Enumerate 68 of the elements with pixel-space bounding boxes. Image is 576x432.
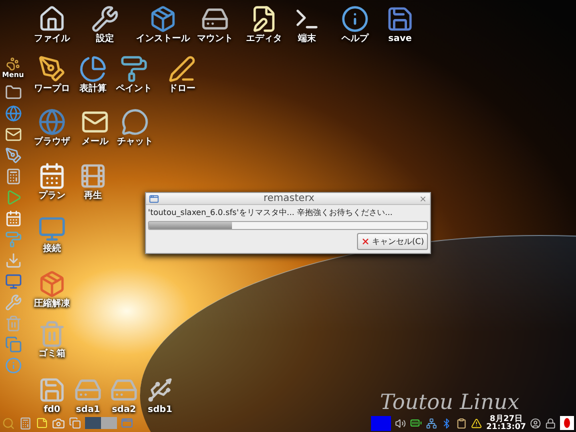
icon-label: fd0 [44,405,60,416]
icon-label: メール [82,137,108,148]
home-icon[interactable] [38,5,66,33]
brand-logo-text: Toutou Linux [380,390,520,414]
clock-time: 21:13:07 [486,423,526,431]
icon-label: sda2 [112,405,136,416]
clipboard-icon[interactable] [456,418,468,428]
bluetooth-icon[interactable] [441,418,452,428]
icon-label: 端末 [298,34,316,45]
icon-label: プラン [38,191,66,202]
note-icon[interactable] [36,417,48,429]
box-icon[interactable] [149,5,177,33]
icon-label: ファイル [34,34,70,45]
network-icon[interactable] [426,418,438,428]
window-icon[interactable] [149,194,159,204]
icon-label: 接続 [43,244,61,255]
user-icon[interactable] [530,418,541,428]
icon-label: マウント [197,34,233,45]
icon-label: ペイント [116,84,152,95]
icon-label: ワープロ [34,84,70,95]
cancel-button[interactable]: キャンセル(C) [357,233,428,250]
pen-line-icon[interactable] [168,55,196,83]
icon-label: sdb1 [148,405,172,416]
clock-date: 8月27日 [490,415,522,423]
info-icon[interactable] [341,5,369,33]
pen-icon[interactable] [38,55,66,83]
icon-label: チャット [117,137,153,148]
icon-label: sda1 [76,405,100,416]
window-title: remasterx [262,192,316,204]
close-icon[interactable] [419,194,427,202]
folder-icon[interactable] [4,84,22,101]
icon-label: インストール [136,34,190,45]
film-icon[interactable] [79,162,107,190]
globe-icon[interactable] [38,108,66,136]
camera-icon[interactable] [52,416,65,430]
chat-bubble-icon[interactable] [121,108,149,136]
calendar-icon[interactable] [4,210,22,227]
icon-label: save [388,34,412,45]
icon-label: 圧縮解凍 [34,299,70,310]
save-icon[interactable] [386,5,414,33]
envelope-icon[interactable] [4,126,22,143]
pie-chart-icon[interactable] [79,55,107,83]
usb-icon[interactable] [146,376,174,404]
battery-icon[interactable] [410,417,422,429]
cancel-icon [361,237,370,246]
calculator-icon[interactable] [19,416,32,430]
volume-icon[interactable] [395,418,406,428]
monitor-icon[interactable] [4,273,22,290]
pen-icon[interactable] [4,147,22,164]
paint-roller-icon[interactable] [120,55,148,83]
icon-label: ブラウザ [34,137,70,148]
icon-label: ゴミ箱 [38,349,66,360]
icon-label: 表計算 [80,84,106,95]
icon-label: 再生 [84,191,102,202]
icon-label: ヘルプ [342,34,368,45]
calculator-icon[interactable] [4,168,22,185]
shutdown-button[interactable] [560,416,574,430]
status-message: 'toutou_slaxen_6.0.sfs'をリマスタ中... 辛抱強くお待ちください... [148,207,394,218]
icon-label: エディタ [246,34,282,45]
warning-icon[interactable] [471,418,482,428]
wrench-icon[interactable] [91,5,119,33]
globe-icon[interactable] [4,105,22,122]
lock-icon[interactable] [545,418,556,428]
icon-label: ドロー [168,84,196,95]
windows-icon[interactable] [69,417,81,429]
calendar-icon[interactable] [38,162,66,190]
icon-label: 設定 [96,34,114,45]
menu-icon[interactable] [6,57,20,71]
